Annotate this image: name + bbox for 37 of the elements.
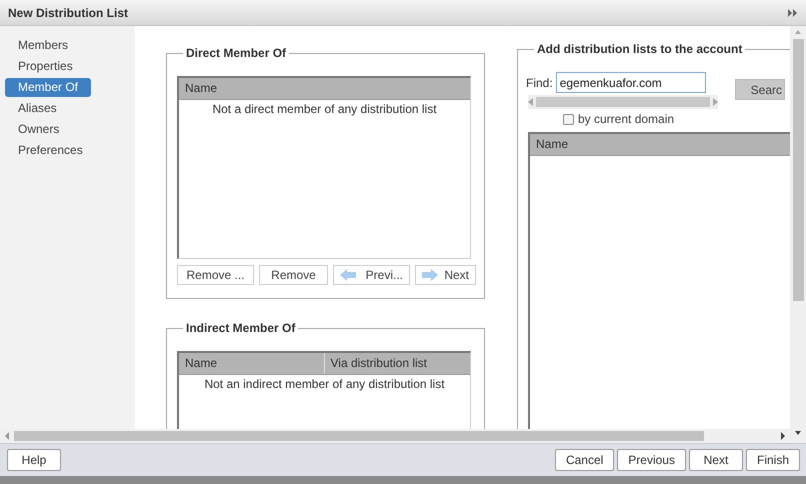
empty-message: Not a direct member of any distribution list	[211, 101, 438, 116]
cancel-button[interactable]: Cancel	[554, 449, 614, 471]
next-button[interactable]: Next	[415, 265, 476, 285]
remove-button[interactable]: Remove ...	[177, 265, 254, 285]
sidebar-item[interactable]: Preferences	[5, 141, 91, 160]
help-button[interactable]: Help	[7, 449, 61, 471]
sidebar-item[interactable]: Member Of	[5, 78, 91, 97]
sidebar-item[interactable]: Members	[5, 36, 91, 55]
column-header[interactable]: Via distribution list	[324, 353, 470, 374]
checkbox[interactable]	[563, 114, 574, 124]
finish-button[interactable]: Finish	[746, 449, 800, 471]
panel-title: Indirect Member Of	[185, 321, 296, 335]
empty-message: Not an indirect member of any distribution list	[203, 376, 446, 391]
column-header[interactable]: Name	[179, 353, 324, 374]
next-button[interactable]: Next	[688, 449, 743, 471]
vertical-scrollbar[interactable]	[790, 26, 806, 429]
collapse-icon[interactable]	[788, 8, 798, 16]
search-button[interactable]: Searc	[735, 79, 785, 100]
column-header[interactable]: Name	[179, 78, 470, 99]
previous-button[interactable]: Previous	[617, 449, 686, 471]
find-label: Find:	[526, 76, 553, 90]
horizontal-scrollbar[interactable]	[528, 95, 718, 109]
window-title: New Distribution List	[8, 6, 128, 20]
column-header[interactable]: Name	[530, 134, 790, 155]
sidebar-item[interactable]: Aliases	[5, 99, 91, 118]
right-arrow-icon	[422, 269, 438, 281]
checkbox-label: by current domain	[578, 112, 674, 126]
find-field[interactable]: egemenkuafor.com	[556, 72, 706, 93]
horizontal-scrollbar[interactable]	[0, 429, 790, 443]
previous-button[interactable]: Previ...	[333, 265, 410, 285]
sidebar-item[interactable]: Properties	[5, 57, 91, 76]
scroll-left-icon[interactable]	[528, 98, 534, 106]
left-arrow-icon	[340, 269, 356, 281]
remove-button[interactable]: Remove	[259, 265, 328, 285]
sidebar-item[interactable]: Owners	[5, 120, 91, 139]
panel-title: Direct Member Of	[185, 46, 288, 60]
panel-title: Add distribution lists to the account	[536, 42, 744, 56]
